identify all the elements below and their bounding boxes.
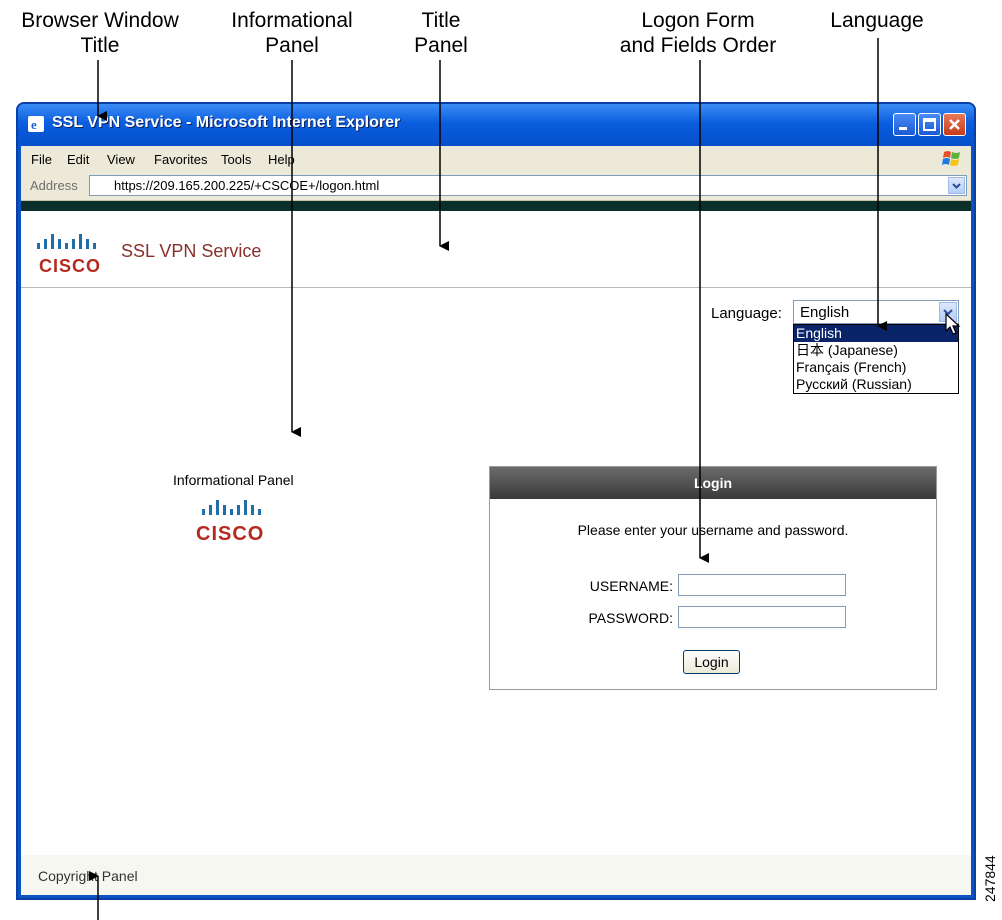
callout-arrows: [89, 38, 887, 920]
